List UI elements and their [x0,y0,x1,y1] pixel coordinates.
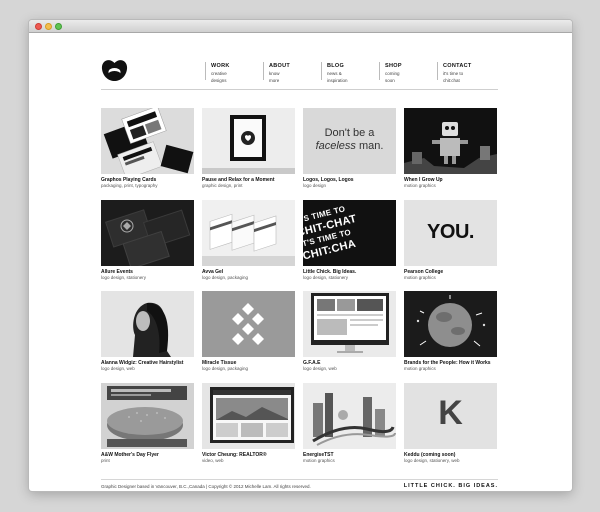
portfolio-item[interactable]: IT'S TIME TO CHIT-CHAT IT'S TIME TO CHIT… [303,200,396,281]
web-page: WORK creative designs ABOUT know more BL… [29,33,572,491]
faceless-text-line1: Don't be a [324,127,375,139]
project-thumbnail[interactable]: Don't be a faceless man. [303,108,396,174]
footer-copyright: Graphic Designer based in Vancouver, B.C… [101,484,311,489]
portfolio-item[interactable]: Alanna Widgiz: Creative Hairstylist logo… [101,291,194,372]
you-text: YOU. [427,221,474,243]
nav-shop-title: SHOP [385,63,402,69]
faceless-text-line2: faceless man. [303,140,396,153]
portfolio-item[interactable]: YOU. Pearson College motion graphics [404,200,497,281]
project-categories: logo design [303,183,327,188]
nav-work[interactable]: WORK creative designs [205,62,230,83]
portfolio-item[interactable]: Allure Events logo design, stationery [101,200,194,281]
nav-about-title: ABOUT [269,63,291,69]
nav-shop-subtitle: coming soon [385,71,400,83]
project-categories: logo design, stationery [101,275,147,280]
project-categories: logo design, packaging [202,366,249,371]
project-categories: motion graphics [404,275,436,280]
project-thumbnail[interactable]: K [404,383,497,449]
project-thumbnail[interactable]: IT'S TIME TO CHIT-CHAT IT'S TIME TO CHIT… [303,200,396,266]
portfolio-item[interactable]: EnergiseTST motion graphics [303,383,396,464]
window-titlebar [29,20,572,33]
nav-contact-title: CONTACT [443,63,472,69]
nav-about-subtitle: know more [269,71,280,83]
project-thumbnail[interactable] [202,383,295,449]
nav-blog-subtitle: news & inspiration [327,71,348,83]
nav-contact-subtitle: it's time to chit:chat [443,71,464,83]
portfolio-item[interactable]: Graphos Playing Cards packaging, print, … [101,108,194,189]
project-categories: logo design, stationery, web [404,458,460,463]
project-thumbnail[interactable] [303,291,396,357]
faceless-end: man. [355,140,384,152]
footer-tagline: LITTLE CHICK. BIG IDEAS. [403,483,498,489]
project-categories: motion graphics [404,183,436,188]
maximize-window-button[interactable] [55,23,62,30]
portfolio-item[interactable]: Avva Gel logo design, packaging [202,200,295,281]
faceless-word: faceless [315,140,356,152]
project-categories: logo design, web [101,366,135,371]
project-categories: logo design, packaging [202,275,249,280]
browser-window: WORK creative designs ABOUT know more BL… [29,20,572,491]
close-window-button[interactable] [35,23,42,30]
portfolio-item[interactable]: Don't be a faceless man. Logos, Logos, L… [303,108,396,189]
project-categories: logo design, web [303,366,337,371]
project-thumbnail[interactable] [101,108,194,174]
project-thumbnail[interactable] [303,383,396,449]
portfolio-item[interactable]: Pause and Relax for a Moment graphic des… [202,108,295,189]
portfolio-item[interactable]: A&W Mother's Day Flyer print [101,383,194,464]
portfolio-item[interactable]: Brands for the People: How it Works moti… [404,291,497,372]
project-categories: motion graphics [303,458,335,463]
header-divider [101,89,498,90]
nav-blog[interactable]: BLOG news & inspiration [321,62,348,83]
project-categories: graphic design, print [202,183,243,188]
project-thumbnail[interactable] [101,200,194,266]
nav-blog-title: BLOG [327,63,345,69]
project-thumbnail[interactable] [202,108,295,174]
project-categories: logo design, stationery [303,275,349,280]
project-categories: packaging, print, typography [101,183,158,188]
chick-logo[interactable] [101,59,128,82]
minimize-window-button[interactable] [45,23,52,30]
nav-work-title: WORK [211,63,230,69]
portfolio-item[interactable]: Miracle Tissue logo design, packaging [202,291,295,372]
keddu-k-letter: K [438,394,463,432]
nav-work-subtitle: creative designs [211,71,227,83]
project-categories: motion graphics [404,366,436,371]
project-thumbnail[interactable]: YOU. [404,200,497,266]
footer-divider [101,479,498,480]
project-thumbnail[interactable] [404,291,497,357]
portfolio-item[interactable]: G.F.A.E logo design, web [303,291,396,372]
project-categories: print [101,458,110,463]
project-thumbnail[interactable] [202,200,295,266]
portfolio-item[interactable]: Victor Cheung: REALTOR® video, web [202,383,295,464]
portfolio-item[interactable]: K Keddu (coming soon) logo design, stati… [404,383,497,464]
project-thumbnail[interactable] [404,108,497,174]
project-thumbnail[interactable] [202,291,295,357]
nav-contact[interactable]: CONTACT it's time to chit:chat [437,62,472,83]
project-thumbnail[interactable] [101,383,194,449]
nav-shop[interactable]: SHOP coming soon [379,62,402,83]
project-thumbnail[interactable] [101,291,194,357]
portfolio-item[interactable]: When I Grow Up motion graphics [404,108,497,189]
project-categories: video, web [202,458,224,463]
nav-about[interactable]: ABOUT know more [263,62,291,83]
